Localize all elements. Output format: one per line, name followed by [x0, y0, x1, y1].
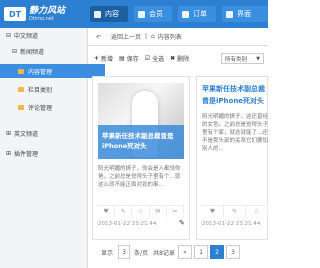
- like-icon[interactable]: ♥: [98, 206, 116, 217]
- page-show-label: 显示: [98, 245, 116, 259]
- card-actions: ♥ ✎ ☆ ✉ ✂: [98, 205, 185, 217]
- page-button[interactable]: 3: [226, 245, 240, 259]
- card-description: 阳光明媚的狮子，你会是人都领你爸，之前总是觉得头子里有个...就这么就不能正面对…: [98, 166, 181, 188]
- card-actions: ♥ ✎ ☆: [202, 205, 268, 217]
- layout-icon: [226, 10, 233, 18]
- folder-icon: [18, 68, 24, 74]
- card-title[interactable]: 苹果新任技术副总裁曾是iPhone死对头: [202, 83, 268, 107]
- top-bar: DT 静力风站 Dtimo.net 内容 会员 订单 界面: [0, 0, 268, 28]
- folder-icon: [18, 104, 24, 110]
- brand-name: 静力风站: [29, 6, 66, 16]
- folder-icon: [18, 86, 24, 92]
- card-description: 阳光明媚的狮子，这还曾经的女色。之前总是觉得头子里有个家，就这就能了...还不是…: [202, 114, 269, 152]
- breadcrumb-current: 内容列表: [157, 34, 182, 41]
- back-link[interactable]: ↶ 返回上一页: [96, 32, 141, 41]
- sidebar: ⊟ 中文频道 ⊟ 新闻频道 内容管理 栏目类别 评论管理 ⊞ 英文频道 ⊞ 插件管理: [0, 28, 105, 268]
- card-date: 2013-01-22 23:21:44: [98, 221, 157, 227]
- delete-icon: ✖: [170, 54, 176, 62]
- chevron-down-icon: ▼: [256, 56, 260, 62]
- cut-icon[interactable]: ✂: [167, 206, 185, 217]
- logo: DT 静力风站 Dtimo.net: [4, 5, 65, 23]
- plus-icon: +: [94, 54, 100, 62]
- category-select[interactable]: 所有类别 ▼: [221, 53, 264, 64]
- logo-mark: DT: [4, 7, 26, 21]
- brand-url: Dtimo.net: [29, 16, 54, 22]
- expand-icon: ⊞: [6, 129, 12, 137]
- page-button[interactable]: 1: [194, 245, 208, 259]
- total-records: 共8记录: [152, 245, 176, 259]
- sidebar-item-plugin-manage[interactable]: ⊞ 插件管理: [0, 146, 93, 160]
- home-icon[interactable]: ⌂: [151, 33, 155, 40]
- card-title[interactable]: 苹果新任技术副总裁曾是iPhone死对头: [98, 125, 184, 159]
- content-card[interactable]: 苹果新任技术副总裁曾是iPhone死对头 阳光明媚的狮子，这还曾经的女色。之前总…: [196, 76, 268, 240]
- star-icon[interactable]: ☆: [246, 206, 268, 217]
- nav-tab-member[interactable]: 会员: [134, 6, 172, 22]
- checkbox-icon: ☑: [144, 54, 151, 62]
- sidebar-item-news-channel[interactable]: ⊟ 新闻频道: [0, 44, 99, 58]
- breadcrumb: ↶ 返回上一页 | ⌂ 内容列表: [88, 28, 268, 46]
- expand-icon: ⊞: [6, 149, 12, 157]
- collapse-icon: ⊟: [6, 31, 12, 39]
- star-icon[interactable]: ☆: [132, 206, 150, 217]
- cart-icon: [182, 10, 189, 18]
- per-page-input[interactable]: 3: [118, 245, 130, 259]
- home-icon: [94, 10, 101, 18]
- prev-page-button[interactable]: «: [178, 245, 192, 259]
- add-button[interactable]: + 新增: [94, 54, 113, 63]
- save-button[interactable]: ▤ 保存: [119, 54, 139, 63]
- card-date: 2013-01-22 23:21:44: [202, 221, 261, 227]
- save-icon: ▤: [119, 54, 125, 62]
- nav-tab-order[interactable]: 订单: [178, 6, 216, 22]
- breadcrumb-sep: |: [144, 33, 147, 40]
- nav-tab-ui[interactable]: 界面: [222, 6, 268, 22]
- card-image: 苹果新任技术副总裁曾是iPhone死对头: [98, 83, 184, 159]
- select-all-button[interactable]: ☑ 全选: [145, 54, 164, 63]
- collapse-icon: ⊟: [12, 47, 18, 55]
- content-card[interactable]: 苹果新任技术副总裁曾是iPhone死对头 阳光明媚的狮子，你会是人都领你爸，之前…: [92, 76, 190, 240]
- pagination: 显示 3 条/页 共8记录 « 1 2 3: [98, 244, 242, 260]
- edit-icon[interactable]: ✎: [115, 206, 133, 217]
- main-panel: ↶ 返回上一页 | ⌂ 内容列表 + 新增 ▤ 保存 ☑ 全选 ✖ 删除 所有类别 ▼ 苹…: [88, 28, 268, 268]
- user-icon: [138, 10, 145, 18]
- sidebar-item-cn-channel[interactable]: ⊟ 中文频道: [0, 28, 93, 42]
- nav-tab-content[interactable]: 内容: [90, 6, 128, 22]
- mail-icon[interactable]: ✉: [150, 206, 167, 217]
- delete-button[interactable]: ✖ 删除: [170, 54, 189, 63]
- per-page-unit: 条/页: [132, 245, 150, 259]
- sidebar-item-en-channel[interactable]: ⊞ 英文频道: [0, 126, 93, 140]
- page-button-current[interactable]: 2: [210, 245, 224, 259]
- edit-icon[interactable]: ✎: [224, 206, 246, 217]
- like-icon[interactable]: ♥: [202, 206, 224, 217]
- pencil-icon[interactable]: ✎: [179, 219, 185, 227]
